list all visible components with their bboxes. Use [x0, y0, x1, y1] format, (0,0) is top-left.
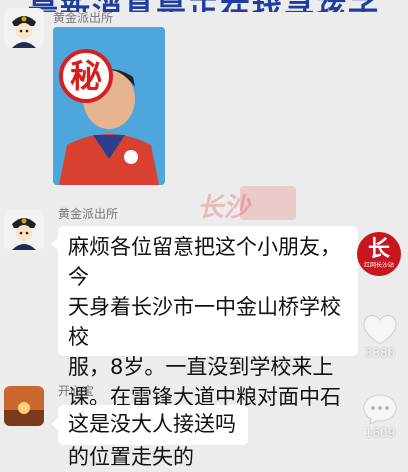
message-line: 麻烦各位留意把这个小朋友，今	[68, 235, 341, 289]
missing-child-photo[interactable]: 秘	[53, 27, 165, 185]
sender-name: 开心宝	[58, 384, 95, 398]
sunset-avatar-icon	[4, 386, 44, 426]
watermark-text: 长沙	[196, 193, 255, 223]
message-line: 服，8岁。一直没到学校来上	[68, 355, 334, 379]
logo-caption: 红网长沙站	[363, 262, 394, 269]
sender-name: 黄金派出所	[53, 11, 114, 25]
comment-icon	[363, 394, 397, 425]
like-button[interactable]: 3380	[358, 312, 402, 360]
police-avatar-icon	[4, 210, 44, 250]
comment-count: 1609	[364, 426, 396, 440]
comment-button[interactable]: 1609	[358, 392, 402, 440]
message-bubble[interactable]: 麻烦各位留意把这个小朋友，今 天身着长沙市一中金山桥学校校 服，8岁。一直没到学…	[58, 226, 358, 469]
avatar-police[interactable]	[4, 8, 44, 48]
message-bubble[interactable]: 这是没大人接送吗	[58, 405, 248, 445]
sender-name: 黄金派出所	[58, 207, 119, 221]
channel-logo[interactable]: 长 红网长沙站	[357, 232, 401, 276]
child-photo-image	[53, 27, 165, 185]
heart-icon	[363, 315, 397, 345]
message-line: 这是没大人接送吗	[68, 412, 236, 436]
message-line: 天身着长沙市一中金山桥学校校	[68, 295, 341, 349]
secret-badge: 秘	[59, 49, 113, 103]
avatar-user[interactable]	[4, 386, 44, 426]
logo-glyph: 长	[367, 237, 390, 262]
like-count: 3380	[364, 346, 396, 360]
avatar-police[interactable]	[4, 210, 44, 250]
bubble-tail	[51, 238, 58, 250]
bubble-tail	[51, 418, 58, 430]
police-avatar-icon	[4, 8, 44, 48]
